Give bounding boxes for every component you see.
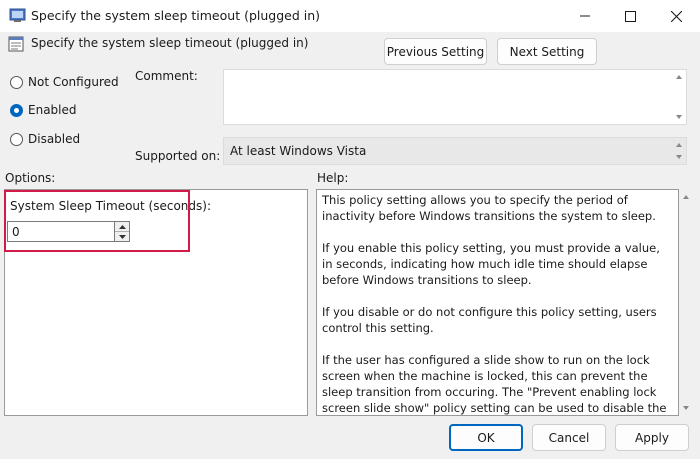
- scroll-up-icon[interactable]: [676, 75, 682, 79]
- radio-button[interactable]: [10, 132, 23, 146]
- caret-down-icon: [118, 234, 126, 239]
- close-icon: [670, 10, 682, 22]
- radio-label: Enabled: [28, 103, 77, 117]
- caret-up-icon: [118, 224, 126, 229]
- ok-button[interactable]: OK: [449, 424, 523, 451]
- help-paragraph: If the user has configured a slide show …: [322, 353, 667, 415]
- sleep-timeout-label: System Sleep Timeout (seconds):: [10, 199, 211, 213]
- radio-label: Disabled: [28, 132, 81, 146]
- help-scrollbar[interactable]: [679, 189, 693, 416]
- stepper-up-button[interactable]: [115, 222, 129, 231]
- help-paragraph: If you enable this policy setting, you m…: [322, 241, 660, 287]
- scroll-down-icon[interactable]: [676, 115, 682, 119]
- scroll-down-icon[interactable]: [683, 406, 689, 410]
- comment-label: Comment:: [135, 69, 198, 83]
- sleep-timeout-input[interactable]: [7, 221, 114, 242]
- maximize-button[interactable]: [607, 0, 653, 32]
- help-text-panel: This policy setting allows you to specif…: [316, 189, 679, 416]
- next-setting-button[interactable]: Next Setting: [497, 38, 597, 65]
- policy-editor-icon: [9, 8, 26, 22]
- window-title: Specify the system sleep timeout (plugge…: [31, 8, 321, 23]
- supported-on-field: At least Windows Vista: [223, 137, 687, 165]
- supported-value: At least Windows Vista: [230, 144, 367, 158]
- stepper-down-button[interactable]: [115, 231, 129, 241]
- previous-setting-button[interactable]: Previous Setting: [384, 38, 487, 65]
- policy-name: Specify the system sleep timeout (plugge…: [31, 36, 309, 50]
- scroll-up-icon[interactable]: [683, 195, 689, 199]
- scroll-up-icon[interactable]: [676, 143, 682, 147]
- comment-textarea[interactable]: [223, 69, 687, 125]
- cancel-button[interactable]: Cancel: [532, 424, 606, 451]
- policy-setting-icon: [8, 36, 24, 52]
- radio-label: Not Configured: [28, 75, 119, 89]
- radio-button[interactable]: [10, 75, 23, 89]
- radio-button[interactable]: [10, 103, 23, 117]
- radio-disabled[interactable]: Disabled: [10, 132, 80, 146]
- help-paragraph: If you disable or do not configure this …: [322, 305, 657, 335]
- radio-enabled[interactable]: Enabled: [10, 103, 77, 117]
- minimize-button[interactable]: [562, 0, 608, 32]
- supported-label: Supported on:: [135, 149, 221, 163]
- scroll-down-icon[interactable]: [676, 155, 682, 159]
- options-heading: Options:: [5, 171, 56, 185]
- apply-button[interactable]: Apply: [615, 424, 689, 451]
- help-paragraph: This policy setting allows you to specif…: [322, 193, 656, 223]
- help-heading: Help:: [317, 171, 349, 185]
- maximize-icon: [624, 10, 636, 22]
- minimize-icon: [580, 15, 590, 17]
- close-button[interactable]: [653, 0, 699, 32]
- radio-not-configured[interactable]: Not Configured: [10, 75, 119, 89]
- sleep-timeout-stepper[interactable]: [114, 221, 130, 242]
